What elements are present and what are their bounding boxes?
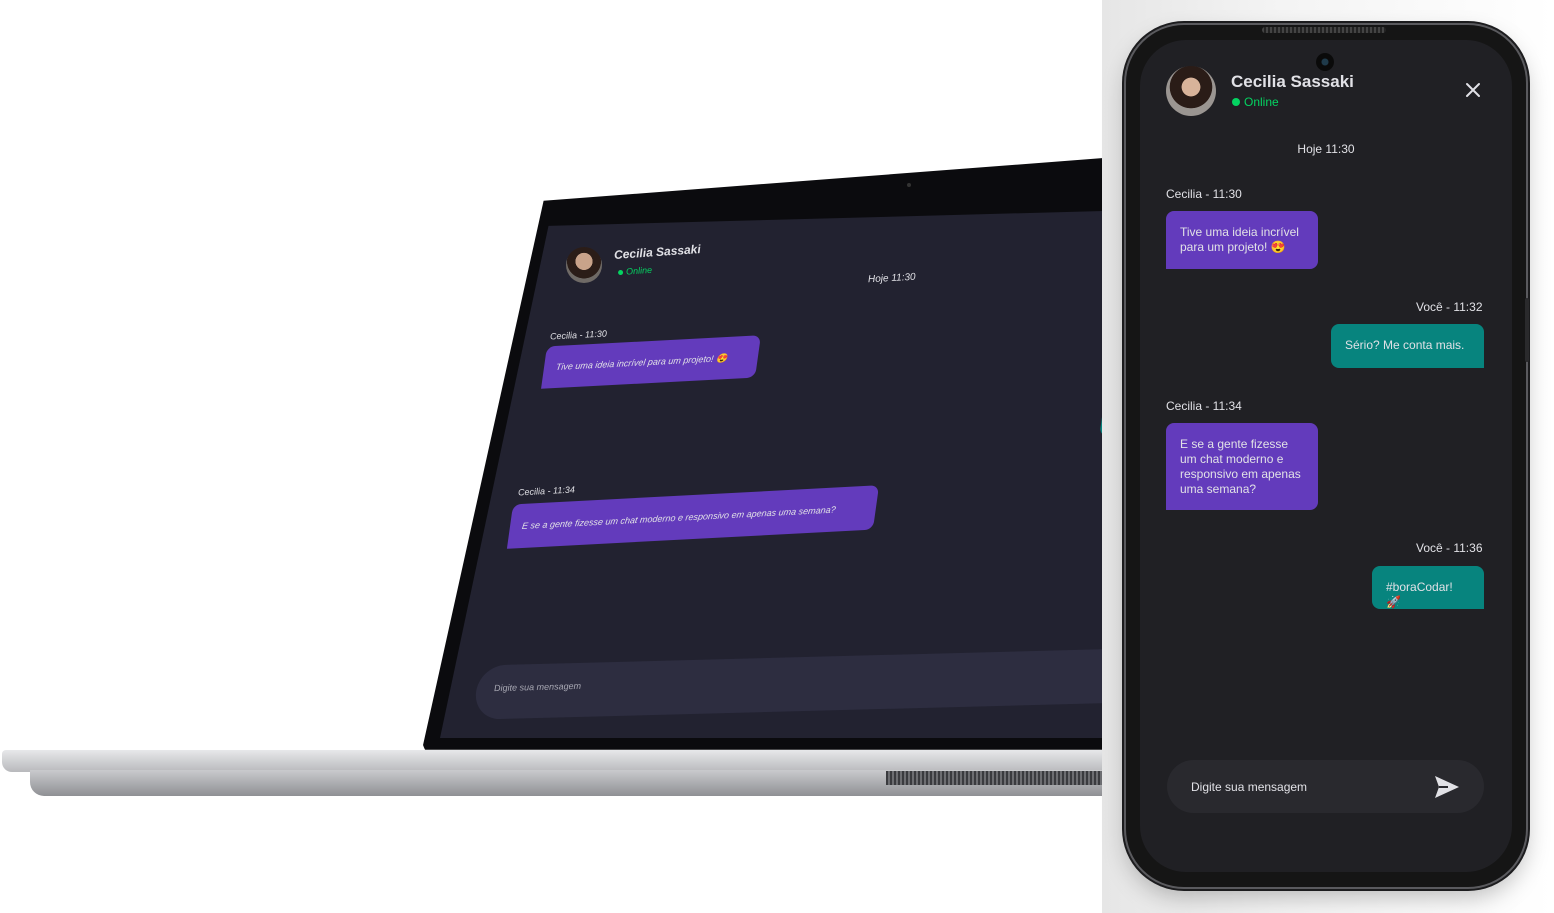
laptop-vent bbox=[886, 771, 1126, 785]
message-outgoing: #boraCodar! 🚀 bbox=[1372, 566, 1484, 609]
phone-side-button bbox=[1525, 298, 1529, 362]
message-incoming: Tive uma ideia incrível para um projeto!… bbox=[1166, 211, 1318, 269]
message-incoming: E se a gente fizesse um chat moderno e r… bbox=[1166, 423, 1318, 510]
laptop-camera bbox=[907, 183, 911, 187]
send-icon[interactable] bbox=[1434, 775, 1460, 799]
phone-speaker bbox=[1262, 27, 1386, 33]
online-dot-icon bbox=[1232, 98, 1240, 106]
sender-label: Cecilia - 11:34 bbox=[1166, 399, 1242, 413]
message-input-placeholder: Digite sua mensagem bbox=[1191, 780, 1308, 794]
sender-label: Você - 11:32 bbox=[1416, 300, 1483, 314]
laptop-avatar bbox=[566, 247, 602, 283]
phone-camera bbox=[1316, 53, 1334, 71]
day-label: Hoje 11:30 bbox=[1297, 142, 1355, 156]
message-outgoing: Sério? Me conta mais. bbox=[1331, 324, 1484, 368]
contact-name: Cecilia Sassaki bbox=[1231, 72, 1354, 91]
laptop-base bbox=[2, 750, 1132, 772]
contact-avatar bbox=[1166, 66, 1216, 116]
sender-label: Você - 11:36 bbox=[1416, 541, 1483, 555]
contact-status: Online bbox=[1232, 95, 1279, 109]
status-label: Online bbox=[1244, 95, 1279, 109]
close-icon[interactable] bbox=[1464, 81, 1482, 99]
sender-label: Cecilia - 11:30 bbox=[1166, 187, 1242, 201]
